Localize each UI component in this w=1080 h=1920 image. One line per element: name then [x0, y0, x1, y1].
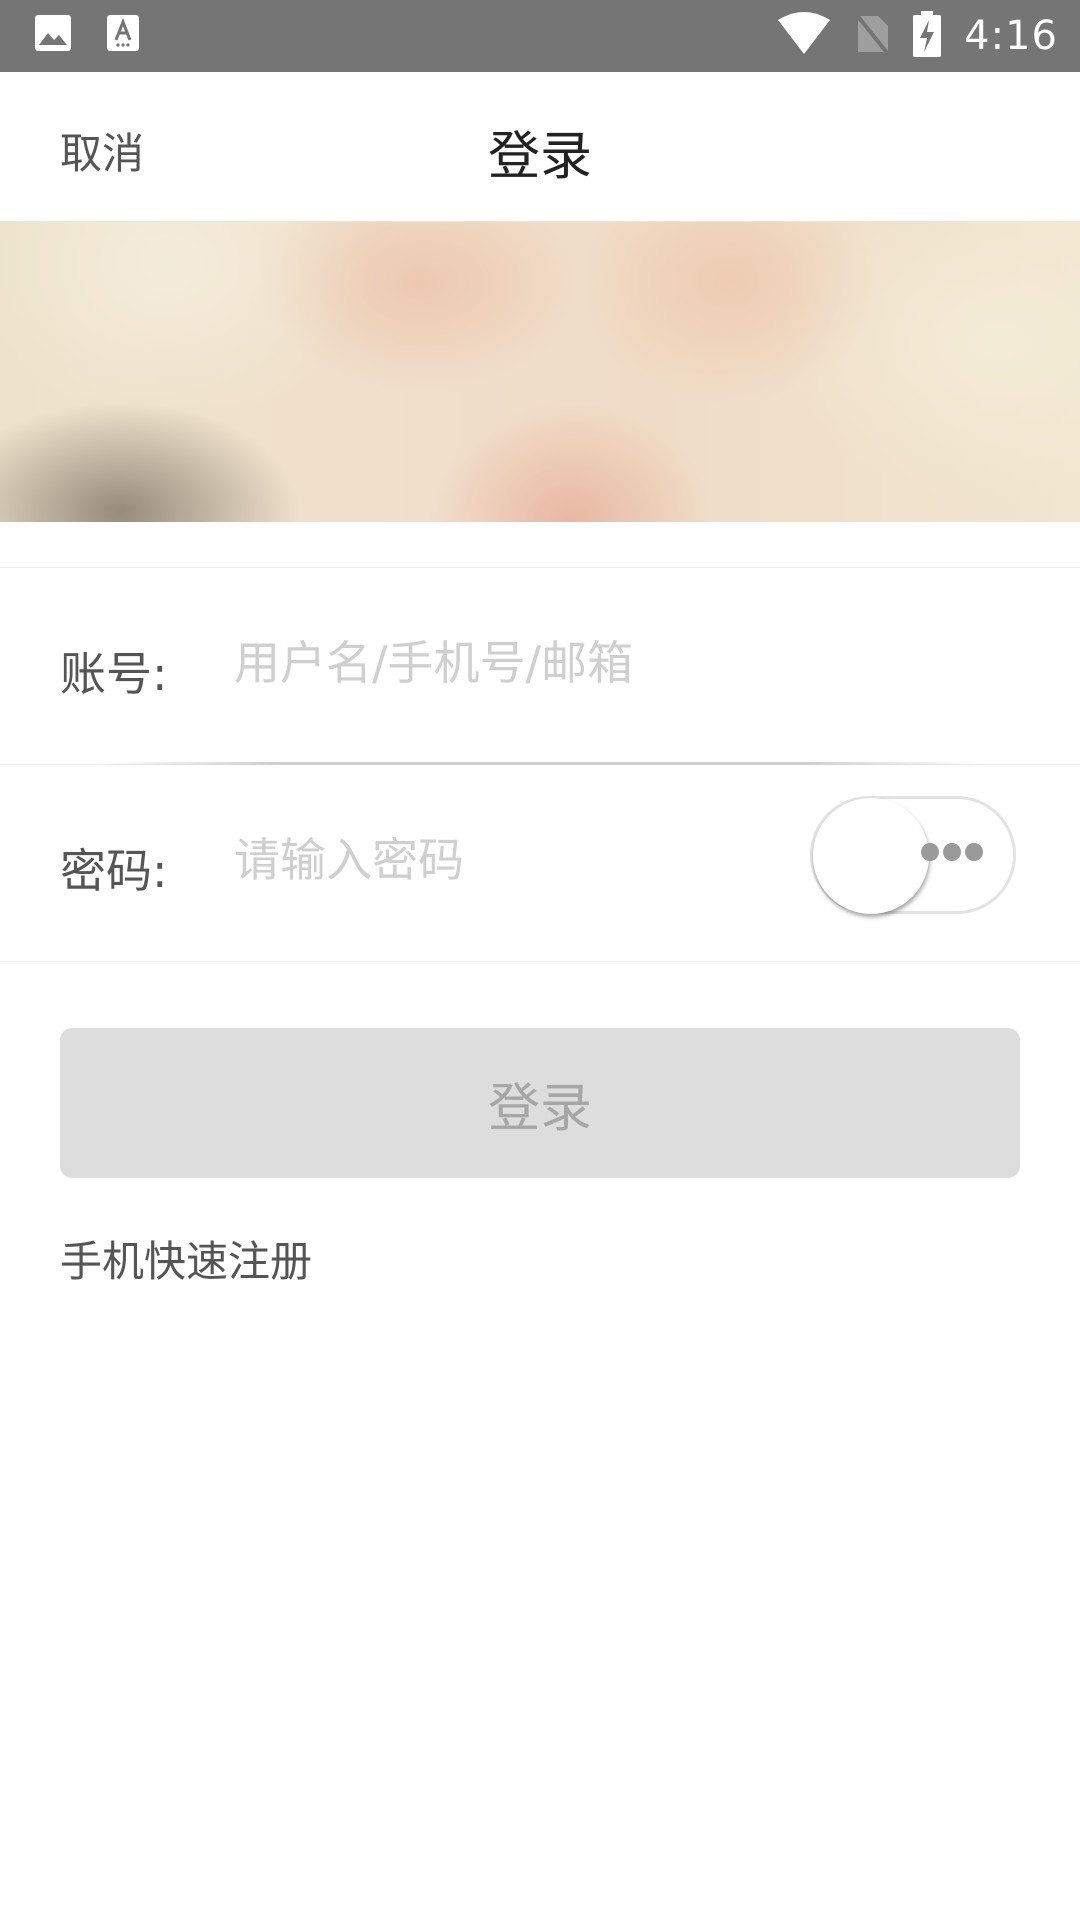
- account-input[interactable]: [234, 630, 794, 696]
- password-input[interactable]: [234, 827, 774, 893]
- password-visibility-toggle[interactable]: [810, 796, 1016, 914]
- text-recognition-icon: [106, 14, 140, 56]
- login-button[interactable]: 登录: [60, 1028, 1020, 1178]
- status-bar: 4:16: [0, 0, 1080, 72]
- battery-charging-icon: [912, 10, 942, 62]
- nav-bar: 取消 登录: [0, 72, 1080, 222]
- password-divider: [0, 961, 1080, 962]
- status-time: 4:16: [964, 13, 1058, 59]
- password-label: 密码:: [60, 844, 168, 898]
- no-sim-icon: [854, 12, 890, 60]
- page-title: 登录: [487, 127, 592, 187]
- banner-image: [0, 222, 1080, 522]
- image-icon: [34, 14, 72, 56]
- password-dots-icon: [921, 843, 983, 861]
- status-left-icons: [34, 14, 140, 56]
- wifi-icon: [776, 12, 832, 60]
- toggle-knob: [813, 798, 929, 914]
- quick-register-link[interactable]: 手机快速注册: [60, 1228, 312, 1289]
- account-row: 账号:: [0, 568, 1080, 763]
- status-right-icons: 4:16: [776, 0, 1058, 72]
- account-label: 账号:: [60, 647, 168, 701]
